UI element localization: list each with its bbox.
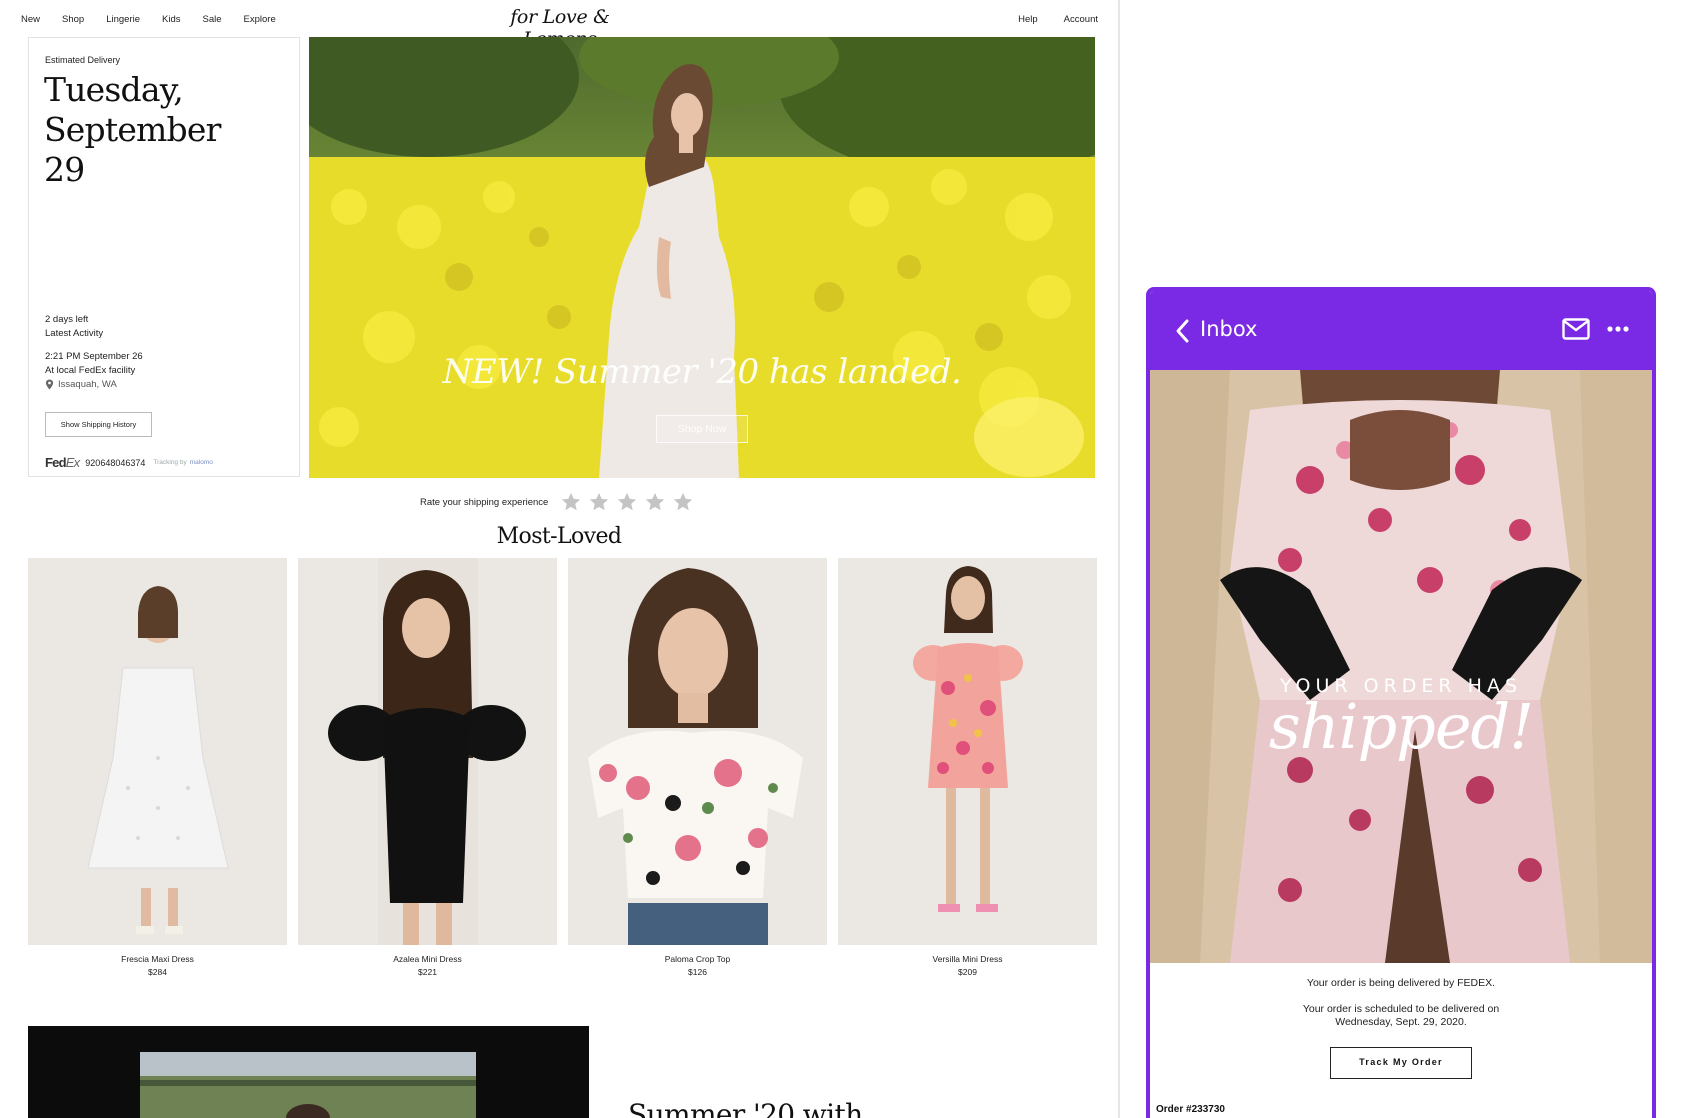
star-icon-2[interactable] [588,491,610,513]
delivery-carrier-message: Your order is being delivered by FEDEX. [1306,977,1496,989]
show-shipping-history-button[interactable]: Show Shipping History [45,412,152,437]
hero-banner[interactable]: NEW! Summer '20 has landed. Shop Now [309,37,1095,478]
product-image-frescia [28,558,287,945]
tracking-card: Estimated Delivery Tuesday, September 29… [28,37,300,477]
date-line-month: September [44,110,221,149]
tracking-by-label: Tracking by [153,459,187,466]
email-panel: Inbox YOUR ORDER HAS shipped! Your order… [1146,287,1656,1118]
fedex-logo-fed: Fed [45,455,67,470]
promo-video[interactable] [28,1026,589,1118]
star-icon-1[interactable] [560,491,582,513]
product-image[interactable] [28,558,287,945]
promo-video-frame [28,1026,589,1118]
shop-now-button[interactable]: Shop Now [656,415,748,443]
email-hero-line2: shipped! [1268,690,1534,763]
nav-left: New Shop Lingerie Kids Sale Explore [21,14,298,25]
nav-item-account[interactable]: Account [1064,14,1098,25]
product-card[interactable]: Frescia Maxi Dress $284 [28,558,287,977]
nav-item-help[interactable]: Help [1018,14,1038,25]
product-image-paloma [568,558,827,945]
latest-activity-label: Latest Activity [45,328,104,339]
activity-description: At local FedEx facility [45,365,136,376]
track-my-order-button[interactable]: Track My Order [1330,1047,1472,1079]
email-hero-image: YOUR ORDER HAS shipped! [1150,370,1652,963]
date-line-day: 29 [44,150,85,189]
envelope-icon[interactable] [1562,318,1590,340]
estimated-delivery-label: Estimated Delivery [45,55,121,65]
product-image[interactable] [838,558,1097,945]
product-image-versilla [838,558,1097,945]
activity-location-text: Issaquah, WA [58,379,117,390]
rating-label: Rate your shipping experience [420,496,549,508]
star-icon-5[interactable] [672,491,694,513]
nav-item-kids[interactable]: Kids [162,14,180,25]
most-loved-title: Most-Loved [496,524,622,549]
product-image[interactable] [568,558,827,945]
days-left: 2 days left [45,314,89,325]
product-card[interactable]: Azalea Mini Dress $221 [298,558,557,977]
tracking-number[interactable]: 920648046374 [85,458,145,468]
more-options-icon[interactable] [1606,324,1630,334]
nav-item-explore[interactable]: Explore [244,14,276,25]
product-price: $126 [688,967,707,977]
email-hero-photo [1150,370,1652,963]
mail-header: Inbox [1150,291,1652,370]
product-card[interactable]: Versilla Mini Dress $209 [838,558,1097,977]
product-name[interactable]: Versilla Mini Dress [838,954,1097,964]
nav-item-new[interactable]: New [21,14,40,25]
product-card[interactable]: Paloma Crop Top $126 [568,558,827,977]
nav-item-lingerie[interactable]: Lingerie [106,14,140,25]
top-navigation: New Shop Lingerie Kids Sale Explore for … [0,0,1118,50]
activity-time: 2:21 PM September 26 [45,351,143,362]
panel-divider [1118,0,1120,1118]
back-to-inbox[interactable]: Inbox [1200,317,1257,341]
activity-location: Issaquah, WA [45,379,117,390]
date-line-weekday: Tuesday, [44,70,184,109]
order-number: Order #233730 [1156,1104,1225,1115]
hero-headline: NEW! Summer '20 has landed. [442,352,962,392]
schedule-line-1: Your order is scheduled to be delivered … [1302,1003,1500,1015]
nav-item-sale[interactable]: Sale [203,14,222,25]
location-pin-icon [45,379,54,390]
tracking-page: New Shop Lingerie Kids Sale Explore for … [0,0,1118,1118]
chevron-left-icon[interactable] [1174,318,1190,344]
product-image[interactable] [298,558,557,945]
schedule-line-2: Wednesday, Sept. 29, 2020. [1335,1016,1467,1028]
product-price: $209 [958,967,977,977]
rating-row: Rate your shipping experience [420,491,700,513]
promo-title: Summer '20 with [628,1098,863,1118]
nav-right: Help Account [992,14,1098,25]
tracking-footer: FedEx 920648046374 Tracking by malomo [45,455,213,470]
star-icon-4[interactable] [644,491,666,513]
fedex-logo: FedEx [45,455,80,470]
product-name[interactable]: Frescia Maxi Dress [28,954,287,964]
product-image-azalea [298,558,557,945]
hero-image [309,37,1095,478]
star-icon-3[interactable] [616,491,638,513]
product-price: $284 [148,967,167,977]
fedex-logo-ex: Ex [65,455,80,470]
product-name[interactable]: Azalea Mini Dress [298,954,557,964]
estimated-delivery-date: Tuesday, September 29 [44,70,284,190]
delivery-schedule-message: Your order is scheduled to be delivered … [1150,1003,1652,1029]
malomo-logo: malomo [189,459,213,466]
screen: New Shop Lingerie Kids Sale Explore for … [0,0,1686,1118]
product-price: $221 [418,967,437,977]
product-name[interactable]: Paloma Crop Top [568,954,827,964]
nav-item-shop[interactable]: Shop [62,14,84,25]
